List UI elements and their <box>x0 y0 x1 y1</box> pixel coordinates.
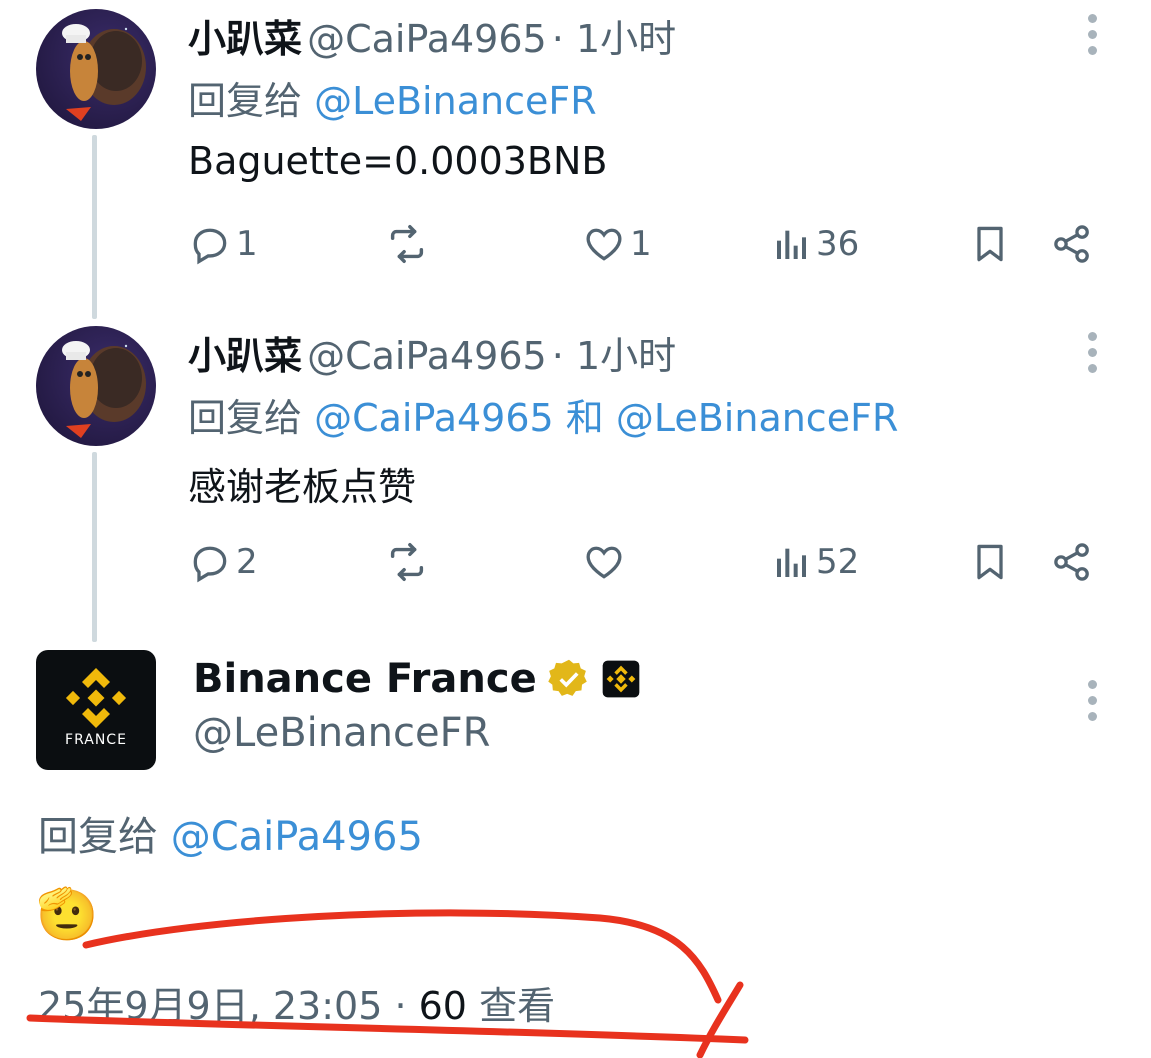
views-count: 52 <box>816 542 860 582</box>
author-name[interactable]: 小趴菜 <box>188 334 302 378</box>
avatar-binance-france[interactable]: FRANCE <box>36 650 156 770</box>
reply-count: 2 <box>236 542 258 582</box>
bookmark-button[interactable] <box>968 219 1012 269</box>
share-icon <box>1054 225 1089 263</box>
views-count: 36 <box>816 224 860 264</box>
thread-line <box>92 452 97 642</box>
binance-affiliate-badge-icon[interactable] <box>601 659 641 699</box>
analytics-icon <box>777 548 806 577</box>
tweet-time[interactable]: · 1小时 <box>552 334 676 378</box>
views-label: 查看 <box>466 984 556 1028</box>
avatar-xiaopacai[interactable] <box>36 9 156 129</box>
tweet-text: 感谢老板点赞 <box>188 465 417 509</box>
bookmark-icon <box>977 226 1003 262</box>
reply-context: 回复给 @CaiPa4965 <box>38 804 423 862</box>
reply-button[interactable]: 2 <box>188 537 258 587</box>
author-name[interactable]: 小趴菜 <box>188 17 302 61</box>
share-button[interactable] <box>1050 537 1094 587</box>
like-button[interactable]: 1 <box>582 219 652 269</box>
heart-icon <box>586 228 622 261</box>
tweet-header: 小趴菜 @CaiPa4965 · 1小时 <box>188 8 676 63</box>
reply-prefix: 回复给 <box>188 396 303 440</box>
reply-count: 1 <box>236 224 258 264</box>
reply-prefix: 回复给 <box>188 79 303 123</box>
main-author-row: Binance France <box>193 656 641 702</box>
reply-icon <box>193 546 227 583</box>
views-button[interactable]: 52 <box>772 537 859 587</box>
reply-to-link[interactable]: @LeBinanceFR <box>314 79 597 123</box>
thread-line <box>92 135 97 319</box>
retweet-icon <box>390 225 424 263</box>
retweet-icon <box>390 543 424 581</box>
more-options-icon[interactable] <box>1087 680 1097 728</box>
tweet-timestamp[interactable]: 25年9月9日, 23:05 · <box>38 984 419 1028</box>
avatar-xiaopacai[interactable] <box>36 326 156 446</box>
author-handle[interactable]: @CaiPa4965 <box>307 17 547 61</box>
reply-to-link[interactable]: @CaiPa4965 和 @LeBinanceFR <box>314 396 898 440</box>
tweet-emoji: 🫡 <box>36 885 99 943</box>
like-count: 1 <box>630 224 652 264</box>
more-options-icon[interactable] <box>1087 14 1097 62</box>
reply-icon <box>193 228 227 265</box>
reply-button[interactable]: 1 <box>188 219 258 269</box>
author-handle[interactable]: @CaiPa4965 <box>307 334 547 378</box>
tweet-header: 小趴菜 @CaiPa4965 · 1小时 <box>188 325 676 380</box>
author-name[interactable]: Binance France <box>193 656 537 702</box>
reply-to-link[interactable]: @CaiPa4965 <box>171 814 423 860</box>
tweet-text: Baguette=0.0003BNB <box>188 139 608 183</box>
author-handle[interactable]: @LeBinanceFR <box>193 710 490 756</box>
views-count[interactable]: 60 <box>419 984 467 1028</box>
action-bar: 2 52 <box>188 537 1098 587</box>
heart-icon <box>586 546 622 579</box>
analytics-icon <box>777 230 806 259</box>
more-options-icon[interactable] <box>1087 332 1097 380</box>
action-bar: 1 1 36 <box>188 219 1098 269</box>
share-icon <box>1054 543 1089 581</box>
retweet-button[interactable] <box>384 537 434 587</box>
share-button[interactable] <box>1050 219 1094 269</box>
bookmark-button[interactable] <box>968 537 1012 587</box>
bookmark-icon <box>977 544 1003 580</box>
avatar-label: FRANCE <box>65 732 127 748</box>
reply-prefix: 回复给 <box>38 814 158 860</box>
timestamp-row: 25年9月9日, 23:05 · 60 查看 <box>38 975 555 1030</box>
like-button[interactable] <box>582 537 630 587</box>
reply-context: 回复给 @CaiPa4965 和 @LeBinanceFR <box>188 387 898 442</box>
views-button[interactable]: 36 <box>772 219 859 269</box>
retweet-button[interactable] <box>384 219 434 269</box>
tweet-time[interactable]: · 1小时 <box>552 17 676 61</box>
verified-badge-icon[interactable] <box>547 657 591 701</box>
reply-context: 回复给 @LeBinanceFR <box>188 70 597 125</box>
